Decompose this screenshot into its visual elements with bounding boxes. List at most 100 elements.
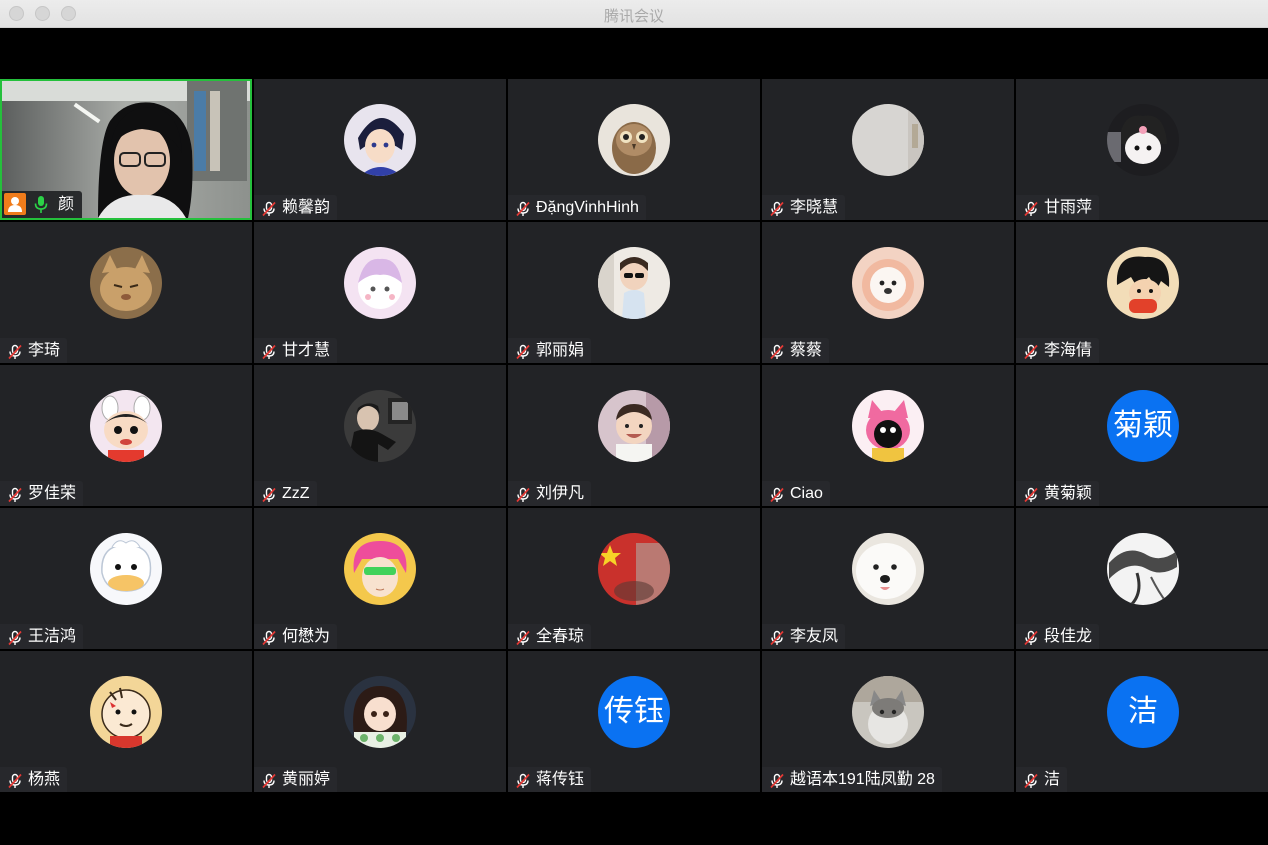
participant-tile[interactable]: 传钰蒋传钰 bbox=[508, 651, 760, 792]
microphone-muted-icon bbox=[1023, 629, 1039, 646]
participant-name: 蒋传钰 bbox=[536, 771, 585, 788]
participant-tile[interactable]: ĐặngVinhHinh bbox=[508, 79, 760, 220]
participant-tile[interactable]: 李海倩 bbox=[1016, 222, 1268, 363]
participant-name: 李海倩 bbox=[1044, 342, 1093, 359]
participant-name: ĐặngVinhHinh bbox=[536, 199, 639, 216]
participant-name-label: 李海倩 bbox=[1016, 338, 1100, 363]
participant-name-label: 何懋为 bbox=[254, 624, 338, 649]
participant-tile[interactable]: 颜 bbox=[0, 79, 252, 220]
anime-boy-avatar bbox=[344, 104, 416, 176]
participant-name-label: 甘才慧 bbox=[254, 338, 338, 363]
microphone-muted-icon bbox=[7, 629, 23, 646]
microphone-muted-icon bbox=[1023, 486, 1039, 503]
participant-name: 全春琼 bbox=[536, 628, 585, 645]
microphone-muted-icon bbox=[1023, 200, 1039, 217]
participant-name-label: 杨燕 bbox=[0, 767, 68, 792]
participant-tile[interactable]: 甘雨萍 bbox=[1016, 79, 1268, 220]
participant-tile[interactable]: 李晓慧 bbox=[762, 79, 1014, 220]
participant-name: 段佳龙 bbox=[1044, 628, 1093, 645]
grey-photo-avatar bbox=[852, 104, 924, 176]
participant-tile[interactable]: 甘才慧 bbox=[254, 222, 506, 363]
participant-name-label: 越语本191陆凤勤 28 bbox=[762, 767, 942, 792]
cartoon-face-avatar bbox=[90, 676, 162, 748]
participant-name-label: 李友凤 bbox=[762, 624, 846, 649]
participant-name-label: 段佳龙 bbox=[1016, 624, 1100, 649]
microphone-muted-icon bbox=[7, 486, 23, 503]
participant-tile[interactable]: 洁洁 bbox=[1016, 651, 1268, 792]
participant-name-label: 蒋传钰 bbox=[508, 767, 592, 792]
participant-tile[interactable]: Ciao bbox=[762, 365, 1014, 506]
participant-name-label: 赖馨韵 bbox=[254, 195, 338, 220]
participant-name: 何懋为 bbox=[282, 628, 331, 645]
participant-tile[interactable]: 李琦 bbox=[0, 222, 252, 363]
dog-flower-avatar bbox=[852, 247, 924, 319]
microphone-muted-icon bbox=[769, 486, 785, 503]
participant-name: 王洁鸿 bbox=[28, 628, 77, 645]
participant-tile[interactable]: 王洁鸿 bbox=[0, 508, 252, 649]
participant-name: 蔡蔡 bbox=[790, 342, 823, 359]
participant-name: 颜 bbox=[58, 196, 75, 213]
participant-name-label: ZzZ bbox=[254, 481, 317, 506]
microphone-muted-icon bbox=[769, 629, 785, 646]
participant-tile[interactable]: 段佳龙 bbox=[1016, 508, 1268, 649]
microphone-muted-icon bbox=[261, 200, 277, 217]
microphone-muted-icon bbox=[261, 343, 277, 360]
microphone-muted-icon bbox=[515, 200, 531, 217]
microphone-muted-icon bbox=[515, 343, 531, 360]
grey-cat-avatar bbox=[852, 676, 924, 748]
anime-girl-avatar bbox=[344, 676, 416, 748]
participant-tile[interactable]: ZzZ bbox=[254, 365, 506, 506]
microphone-muted-icon bbox=[1023, 772, 1039, 789]
participant-tile[interactable]: 越语本191陆凤勤 28 bbox=[762, 651, 1014, 792]
participant-name: 黄丽婷 bbox=[282, 771, 331, 788]
initial-avatar: 传钰 bbox=[598, 676, 670, 748]
participant-name-label: 洁 bbox=[1016, 767, 1068, 792]
flag-avatar bbox=[598, 533, 670, 605]
participant-tile[interactable]: 李友凤 bbox=[762, 508, 1014, 649]
man-photo-avatar bbox=[344, 390, 416, 462]
samoyed-avatar bbox=[852, 533, 924, 605]
participant-name-label: Ciao bbox=[762, 481, 830, 506]
participant-name-label: 李琦 bbox=[0, 338, 68, 363]
microphone-muted-icon bbox=[769, 200, 785, 217]
participant-name-label: 黄丽婷 bbox=[254, 767, 338, 792]
participant-tile[interactable]: 何懋为 bbox=[254, 508, 506, 649]
pink-character-avatar bbox=[852, 390, 924, 462]
participant-tile[interactable]: 郭丽娟 bbox=[508, 222, 760, 363]
microphone-muted-icon bbox=[515, 629, 531, 646]
duck-avatar bbox=[90, 533, 162, 605]
participant-name: 李晓慧 bbox=[790, 199, 839, 216]
participant-name: 黄菊颖 bbox=[1044, 485, 1093, 502]
host-icon bbox=[4, 193, 26, 215]
owl-avatar bbox=[598, 104, 670, 176]
crayon-shin-avatar bbox=[90, 390, 162, 462]
participant-name-label: 蔡蔡 bbox=[762, 338, 830, 363]
window-title: 腾讯会议 bbox=[603, 8, 664, 25]
participant-name-label: 刘伊凡 bbox=[508, 481, 592, 506]
participant-tile[interactable]: 菊颖黄菊颖 bbox=[1016, 365, 1268, 506]
participant-name-label: 郭丽娟 bbox=[508, 338, 592, 363]
participant-tile[interactable]: 黄丽婷 bbox=[254, 651, 506, 792]
microphone-muted-icon bbox=[1023, 343, 1039, 360]
initial-avatar: 洁 bbox=[1107, 676, 1179, 748]
participant-name-label: 黄菊颖 bbox=[1016, 481, 1100, 506]
participant-name-label: ĐặngVinhHinh bbox=[508, 195, 646, 220]
participant-tile[interactable]: 全春琼 bbox=[508, 508, 760, 649]
microphone-active-icon bbox=[33, 195, 49, 214]
participant-name: 洁 bbox=[1044, 771, 1061, 788]
bottom-letterbox bbox=[0, 794, 1268, 845]
participant-tile[interactable]: 蔡蔡 bbox=[762, 222, 1014, 363]
participant-tile[interactable]: 赖馨韵 bbox=[254, 79, 506, 220]
participant-name: 郭丽娟 bbox=[536, 342, 585, 359]
microphone-muted-icon bbox=[261, 486, 277, 503]
microphone-muted-icon bbox=[515, 486, 531, 503]
initial-avatar: 菊颖 bbox=[1107, 390, 1179, 462]
participant-tile[interactable]: 刘伊凡 bbox=[508, 365, 760, 506]
participant-name: 甘雨萍 bbox=[1044, 199, 1093, 216]
child-sunglasses-avatar bbox=[598, 247, 670, 319]
microphone-muted-icon bbox=[261, 772, 277, 789]
participant-name: 赖馨韵 bbox=[282, 199, 331, 216]
participant-tile[interactable]: 杨燕 bbox=[0, 651, 252, 792]
microphone-muted-icon bbox=[769, 343, 785, 360]
participant-tile[interactable]: 罗佳荣 bbox=[0, 365, 252, 506]
